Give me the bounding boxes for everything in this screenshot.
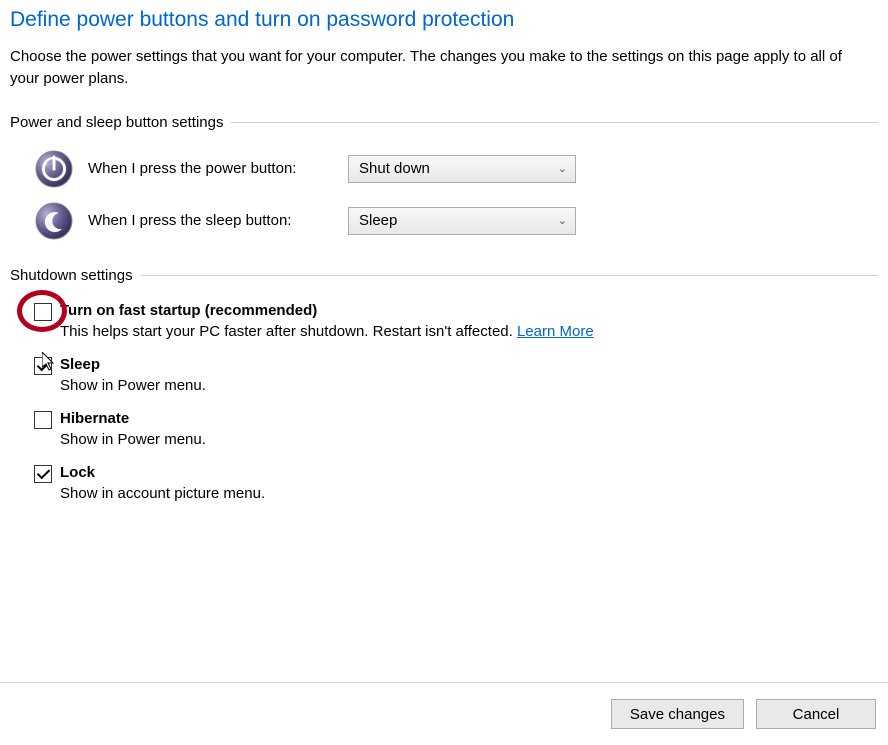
page-description: Choose the power settings that you want …: [10, 46, 878, 90]
fast-startup-checkbox[interactable]: [34, 303, 52, 321]
lock-desc: Show in account picture menu.: [60, 485, 878, 502]
power-button-row: When I press the power button: Shut down…: [10, 149, 878, 189]
sleep-checkbox[interactable]: [34, 357, 52, 375]
hibernate-checkbox[interactable]: [34, 411, 52, 429]
footer-button-bar: Save changes Cancel: [611, 699, 876, 729]
hibernate-desc: Show in Power menu.: [60, 431, 878, 448]
fast-startup-title: Turn on fast startup (recommended): [60, 302, 317, 319]
save-changes-button[interactable]: Save changes: [611, 699, 744, 729]
sleep-icon: [34, 201, 74, 241]
fast-startup-desc: This helps start your PC faster after sh…: [60, 323, 878, 340]
lock-item: Lock Show in account picture menu.: [34, 464, 878, 502]
power-button-dropdown[interactable]: Shut down ⌄: [348, 155, 576, 183]
sleep-button-value: Sleep: [359, 212, 397, 229]
page-title: Define power buttons and turn on passwor…: [10, 8, 878, 32]
learn-more-link[interactable]: Learn More: [517, 323, 594, 340]
lock-checkbox[interactable]: [34, 465, 52, 483]
shutdown-section-header: Shutdown settings: [10, 267, 878, 284]
button-settings-section-header: Power and sleep button settings: [10, 114, 878, 131]
fast-startup-item: Turn on fast startup (recommended) This …: [34, 302, 878, 340]
divider: [231, 122, 878, 123]
button-settings-label: Power and sleep button settings: [10, 114, 231, 131]
chevron-down-icon: ⌄: [558, 214, 567, 227]
power-icon: [34, 149, 74, 189]
cancel-button[interactable]: Cancel: [756, 699, 876, 729]
footer-divider: [0, 682, 888, 683]
shutdown-settings-label: Shutdown settings: [10, 267, 141, 284]
sleep-button-label: When I press the sleep button:: [88, 212, 348, 229]
sleep-desc: Show in Power menu.: [60, 377, 878, 394]
chevron-down-icon: ⌄: [558, 162, 567, 175]
sleep-button-dropdown[interactable]: Sleep ⌄: [348, 207, 576, 235]
divider: [141, 275, 878, 276]
sleep-item: Sleep Show in Power menu.: [34, 356, 878, 394]
hibernate-title: Hibernate: [60, 410, 129, 427]
sleep-title: Sleep: [60, 356, 100, 373]
power-button-value: Shut down: [359, 160, 430, 177]
sleep-button-row: When I press the sleep button: Sleep ⌄: [10, 201, 878, 241]
hibernate-item: Hibernate Show in Power menu.: [34, 410, 878, 448]
lock-title: Lock: [60, 464, 95, 481]
power-button-label: When I press the power button:: [88, 160, 348, 177]
